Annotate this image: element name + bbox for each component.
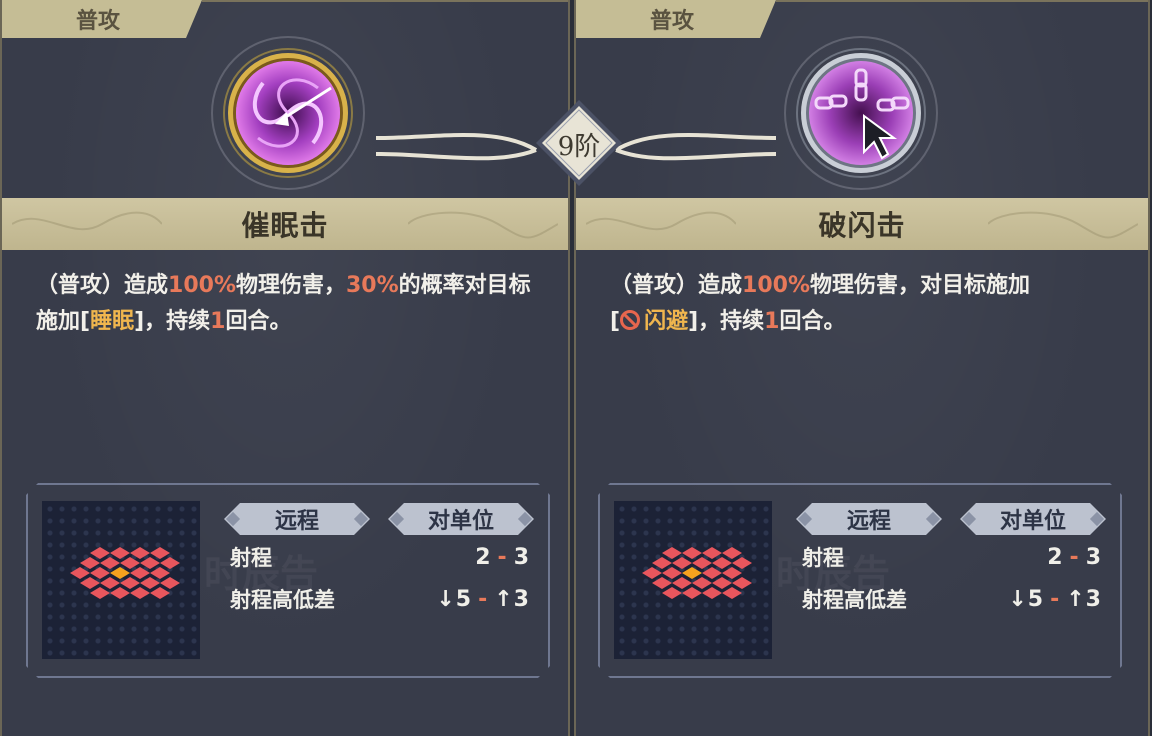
tag-single-target: 对单位 (960, 503, 1106, 535)
skill-type-tab: 普攻 (576, 0, 776, 38)
tag-ranged: 远程 (224, 503, 370, 535)
range-info-box: 时辰告 远程 对单位 射程 2-3 射程高低差 ↓5- ↑3 (598, 483, 1122, 678)
skill-name-band: 催眠击 (2, 198, 568, 250)
range-pattern (42, 501, 200, 659)
ornament-icon (586, 211, 736, 231)
skill-name: 破闪击 (818, 209, 906, 242)
ornament-icon (12, 211, 162, 231)
ornament-icon (988, 211, 1138, 239)
skill-card-left[interactable]: 普攻 催眠击 （普攻）造成100%物理伤害，30%的概率对目标施加[睡眠]，持续… (0, 0, 570, 736)
range-info-box: 时辰告 远程 对单位 射程 2-3 射程高低差 ↓5- ↑3 (26, 483, 550, 678)
skill-description: （普攻）造成100%物理伤害，对目标施加[闪避]，持续1回合。 (610, 273, 1030, 334)
skill-name: 催眠击 (241, 209, 329, 242)
range-grid (42, 501, 200, 659)
divider (202, 0, 568, 2)
stat-height-diff: 射程高低差 ↓5- ↑3 (230, 586, 530, 612)
status-evade: 闪避 (644, 309, 689, 334)
range-grid (614, 501, 772, 659)
tag-ranged: 远程 (796, 503, 942, 535)
chain-strike-icon (784, 36, 938, 190)
tier-label: 9阶 (557, 131, 601, 162)
stat-range: 射程 2-3 (230, 544, 530, 570)
tag-single-target: 对单位 (388, 503, 534, 535)
stat-height-diff: 射程高低差 ↓5- ↑3 (802, 586, 1102, 612)
skill-description: （普攻）造成100%物理伤害，30%的概率对目标施加[睡眠]，持续1回合。 (36, 273, 531, 334)
stat-range: 射程 2-3 (802, 544, 1102, 570)
skill-card-right[interactable]: 普攻 破闪击 （普攻）造成100%物理伤害，对目标施加 [闪避]，持续1回合。… (574, 0, 1150, 736)
skill-name-band: 破闪击 (576, 198, 1148, 250)
no-evade-icon (620, 310, 641, 330)
hypnosis-spiral-icon (211, 36, 365, 190)
status-sleep: 睡眠 (90, 309, 135, 334)
ornament-icon (408, 211, 558, 239)
range-pattern (614, 501, 772, 659)
divider (776, 0, 1148, 2)
skill-type-tab: 普攻 (2, 0, 202, 38)
